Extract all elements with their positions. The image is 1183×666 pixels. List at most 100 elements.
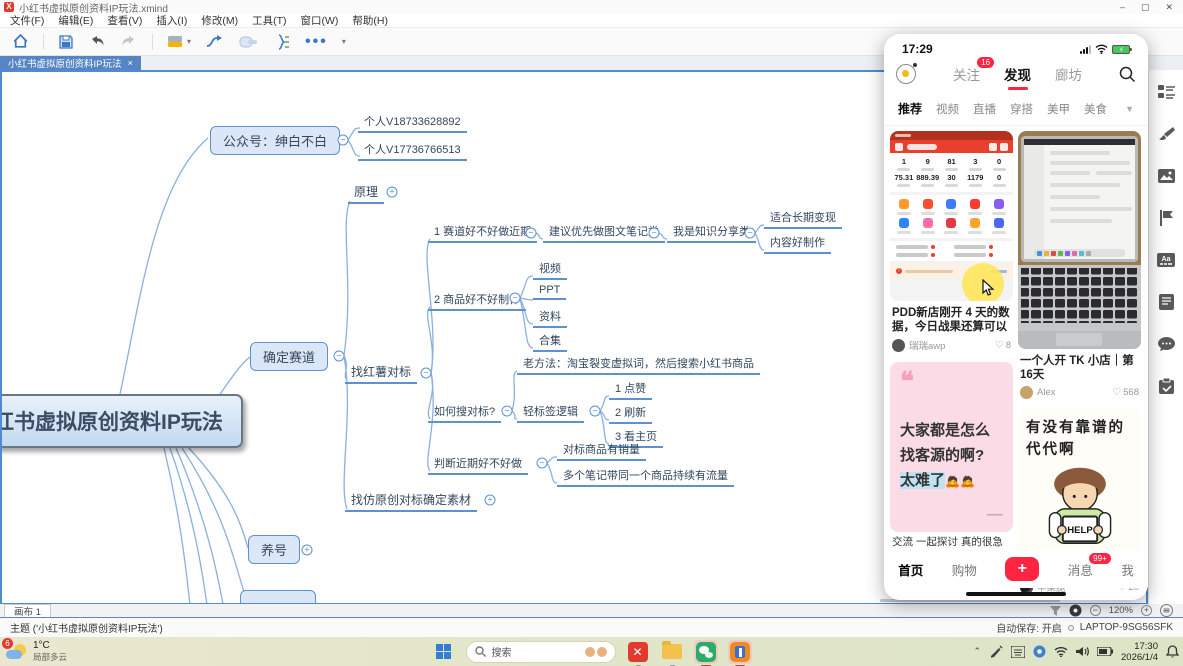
more-tools-button[interactable]: ••• — [305, 33, 328, 51]
fit-map-icon[interactable] — [1160, 604, 1173, 617]
mindmap-node-queding-saidao[interactable]: 确定赛道 — [250, 342, 328, 371]
category-outfit[interactable]: 穿搭 — [1010, 101, 1033, 117]
menu-window[interactable]: 窗口(W) — [301, 13, 339, 28]
collapse-icon[interactable] — [745, 228, 756, 239]
mindmap-node-changqi[interactable]: 适合长期变现 — [764, 208, 842, 229]
menu-file[interactable]: 文件(F) — [10, 13, 44, 28]
author-name[interactable]: Alex — [1037, 387, 1055, 398]
phone-mirror-window[interactable]: 17:29 ⚡ 关注16 发现 廊坊 推荐 视频 直播 穿搭 美甲 美食 ▼ — [884, 34, 1148, 600]
notification-bell-icon[interactable] — [1166, 645, 1179, 658]
mindmap-node-dianzan[interactable]: 1 点赞 — [609, 379, 652, 400]
speaker-icon[interactable] — [1076, 646, 1089, 657]
taskbar-xmind-app[interactable]: ✕ — [626, 640, 650, 664]
marker-flag-icon[interactable] — [1159, 210, 1174, 226]
mindmap-node-shuaxin[interactable]: 2 刷新 — [609, 403, 652, 424]
menu-view[interactable]: 查看(V) — [107, 13, 142, 28]
collapse-icon[interactable] — [590, 406, 601, 417]
format-brush-icon[interactable] — [1158, 126, 1175, 142]
collapse-icon[interactable] — [537, 458, 548, 469]
undo-button[interactable] — [88, 34, 106, 50]
nav-shop[interactable]: 购物 — [952, 560, 977, 579]
expand-icon[interactable] — [485, 495, 496, 506]
tab-city[interactable]: 廊坊 — [1055, 64, 1082, 84]
minimize-button[interactable]: – — [1120, 2, 1125, 13]
nav-messages[interactable]: 消息99+ — [1068, 560, 1093, 579]
outline-structure-icon[interactable] — [1158, 84, 1175, 99]
category-expand-icon[interactable]: ▼ — [1125, 104, 1134, 114]
mindmap-node-shipin[interactable]: 视频 — [533, 259, 567, 280]
collapse-icon[interactable] — [338, 135, 349, 146]
collapse-icon[interactable] — [421, 368, 432, 379]
menu-help[interactable]: 帮助(H) — [352, 13, 388, 28]
mindmap-node-howsearch[interactable]: 如何搜对标? — [428, 402, 501, 423]
feed-card-tk[interactable]: 一个人开 TK 小店｜第16天 Alex ♡568 — [1018, 131, 1141, 403]
mindmap-node-yuanli[interactable]: 原理 — [348, 182, 384, 204]
summary-button[interactable] — [273, 33, 291, 51]
collapse-icon[interactable] — [502, 406, 513, 417]
taskbar-explorer-app[interactable] — [660, 640, 684, 664]
category-live[interactable]: 直播 — [973, 101, 996, 117]
note-icon[interactable] — [1159, 294, 1174, 310]
card-title[interactable]: PDD新店刚开 4 天的数据，今日战果还算可以 — [890, 301, 1013, 336]
close-button[interactable]: ✕ — [1165, 2, 1173, 13]
tab-discover[interactable]: 发现 — [1004, 64, 1031, 84]
mindmap-node-jianyi[interactable]: 建议优先做图文笔记类 — [543, 222, 665, 243]
sticker-label-icon[interactable]: Aa — [1157, 253, 1175, 267]
mindmap-node-zhaohongshu[interactable]: 找红薯对标 — [345, 362, 417, 384]
feed-card-pdd[interactable]: 198130 75.31889.393011790 — [890, 131, 1013, 356]
filter-icon[interactable] — [1050, 606, 1061, 616]
menu-modify[interactable]: 修改(M) — [201, 13, 238, 28]
comment-icon[interactable] — [1158, 337, 1175, 351]
mindmap-node-heji[interactable]: 合集 — [533, 331, 567, 352]
nav-post-button[interactable]: + — [1005, 557, 1039, 581]
style-button[interactable]: ▾ — [167, 34, 191, 50]
redo-button[interactable] — [120, 34, 138, 50]
boundary-button[interactable] — [239, 34, 259, 50]
task-clipboard-icon[interactable] — [1159, 378, 1174, 394]
pen-input-icon[interactable] — [989, 645, 1003, 658]
nav-home[interactable]: 首页 — [898, 560, 923, 579]
expand-icon[interactable] — [387, 187, 398, 198]
save-button[interactable] — [58, 34, 74, 50]
sheet-tab[interactable]: 画布 1 — [4, 604, 51, 617]
mindmap-node-qingbiaoqian[interactable]: 轻标签逻辑 — [517, 402, 584, 423]
tray-expand-icon[interactable]: ⌃ — [973, 646, 981, 657]
relationship-button[interactable] — [205, 34, 225, 50]
collapse-icon[interactable] — [510, 293, 521, 304]
category-food[interactable]: 美食 — [1084, 101, 1107, 117]
like-button[interactable]: ♡8 — [995, 340, 1011, 351]
tab-follow[interactable]: 关注16 — [953, 64, 980, 84]
taskbar-weather-widget[interactable]: 6 1°C 局部多云 — [6, 641, 67, 663]
collapse-icon[interactable] — [526, 228, 537, 239]
mindmap-node-clipped[interactable] — [240, 590, 316, 604]
image-icon[interactable] — [1158, 169, 1175, 183]
wifi-icon[interactable] — [1054, 646, 1068, 657]
mindmap-node-ppt[interactable]: PPT — [533, 283, 566, 300]
mindmap-node-v2[interactable]: 个人V17736766513 — [358, 140, 467, 161]
taskbar-mirror-app[interactable] — [728, 640, 752, 664]
card-title[interactable]: 一个人开 TK 小店｜第16天 — [1018, 349, 1141, 384]
mindmap-node-central[interactable]: 小红书虚拟原创资料IP玩法 — [0, 394, 243, 448]
collapse-icon[interactable] — [649, 228, 660, 239]
mindmap-node-duibiao-sales[interactable]: 对标商品有销量 — [557, 440, 646, 461]
mindmap-node-v1[interactable]: 个人V18733628892 — [358, 112, 467, 133]
xiaohongshu-signin-icon[interactable] — [896, 64, 916, 84]
taskbar-wechat-app[interactable] — [694, 640, 718, 664]
toolbar-dropdown-caret[interactable]: ▾ — [342, 37, 346, 46]
avatar[interactable] — [892, 339, 905, 352]
mindmap-node-zhishi[interactable]: 我是知识分享类 — [667, 222, 756, 243]
mindmap-node-neirong[interactable]: 内容好制作 — [764, 233, 831, 254]
document-tab[interactable]: 小红书虚拟原创资料IP玩法 × — [0, 56, 141, 70]
taskbar-search[interactable]: 搜索 — [466, 641, 616, 663]
expand-icon[interactable] — [302, 545, 313, 556]
start-button[interactable] — [432, 640, 456, 664]
mindmap-node-zhaofang[interactable]: 找仿原创对标确定素材 — [345, 490, 477, 512]
battery-icon[interactable] — [1097, 647, 1113, 656]
category-video[interactable]: 视频 — [936, 101, 959, 117]
mindmap-node-gongzhonghao[interactable]: 公众号：绅白不白 — [210, 126, 340, 155]
tab-close-icon[interactable]: × — [127, 58, 133, 69]
like-button[interactable]: ♡568 — [1112, 387, 1139, 398]
mindmap-node-duoge[interactable]: 多个笔记带同一个商品持续有流量 — [557, 466, 734, 487]
tray-app-icon[interactable] — [1033, 645, 1046, 658]
mindmap-node-laofangfa[interactable]: 老方法：淘宝裂变虚拟词，然后搜索小红书商品 — [517, 354, 760, 375]
